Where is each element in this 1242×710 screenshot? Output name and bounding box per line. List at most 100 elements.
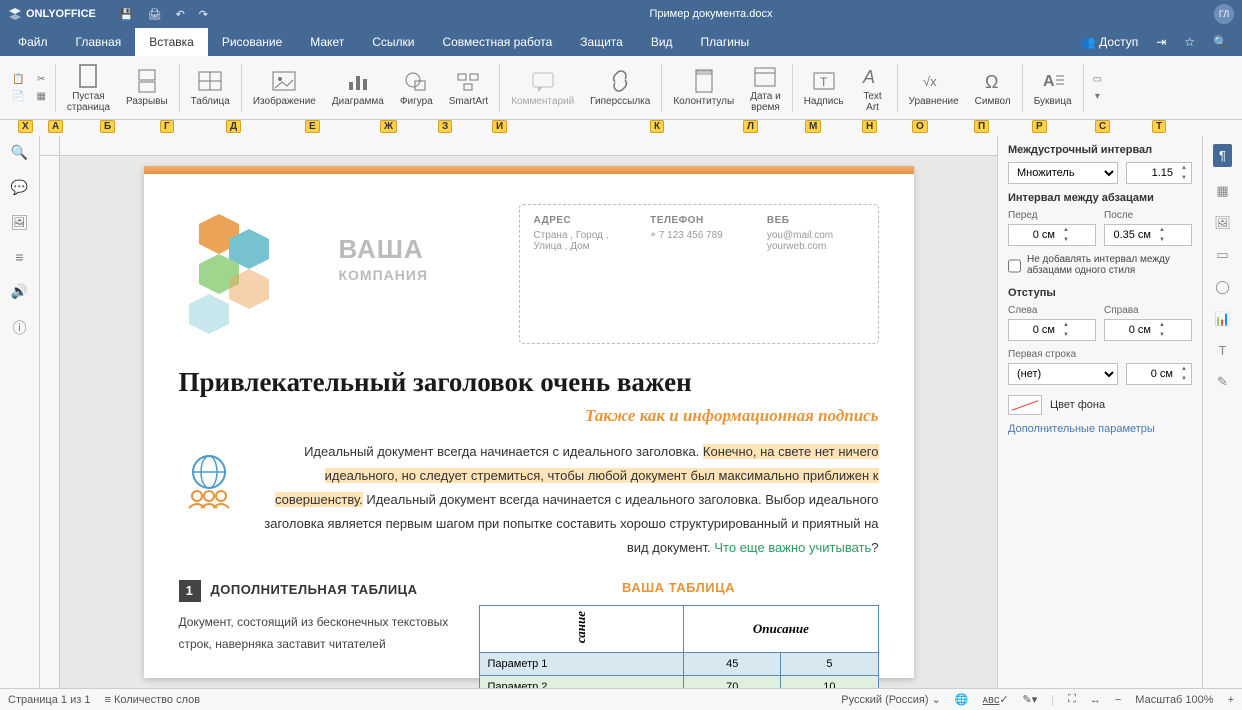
save-icon[interactable]: 💾	[120, 8, 134, 21]
datetime-button[interactable]: Дата и время	[742, 56, 789, 120]
controls-dropdown-icon[interactable]: ▾	[1095, 91, 1100, 102]
ribbon-insert: 📋 📄 ✂ ▦ Пустая страница Разрывы Таблица …	[0, 56, 1242, 120]
image-tab-icon[interactable]: 🖼	[1214, 215, 1231, 231]
signature-tab-icon[interactable]: ✎	[1217, 374, 1228, 390]
company-name-block: ВАША КОМПАНИЯ	[339, 204, 499, 344]
textbox-button[interactable]: T Надпись	[796, 56, 852, 120]
hyperlink-button[interactable]: Гиперссылка	[582, 56, 658, 120]
fit-page-icon[interactable]: ⛶	[1068, 693, 1076, 706]
undo-icon[interactable]: ↶	[176, 8, 185, 21]
chart-tab-icon[interactable]: 📊	[1214, 311, 1230, 327]
menu-protection[interactable]: Защита	[566, 28, 637, 56]
bg-color-chip[interactable]	[1008, 395, 1042, 415]
breaks-button[interactable]: Разрывы	[118, 56, 176, 120]
paragraph-tab-icon[interactable]: ¶	[1213, 144, 1232, 167]
select-all-icon[interactable]: ▦	[36, 91, 45, 102]
zoom-out-icon[interactable]: −	[1115, 694, 1121, 706]
shape-tab-icon[interactable]: ◯	[1215, 279, 1230, 295]
no-space-same-style-checkbox[interactable]: Не добавлять интервал между абзацами одн…	[1008, 254, 1192, 277]
share-button[interactable]: 👥 Доступ	[1081, 35, 1138, 49]
menu-draw[interactable]: Рисование	[208, 28, 296, 56]
language-selector[interactable]: Русский (Россия) ⌄	[841, 693, 941, 706]
first-line-value-spinner[interactable]: ▲▼	[1126, 363, 1192, 385]
word-count[interactable]: ≡ Количество слов	[104, 694, 200, 706]
zoom-in-icon[interactable]: +	[1228, 694, 1234, 706]
onlyoffice-icon	[8, 7, 22, 21]
about-icon[interactable]: ⓘ	[13, 318, 27, 338]
keytip: Г	[160, 120, 174, 133]
vertical-ruler[interactable]	[40, 156, 60, 688]
spacing-before-spinner[interactable]: ▲▼	[1008, 224, 1096, 246]
doc-heading-2: Также как и информационная подпись	[179, 406, 879, 426]
textart-button[interactable]: A Text Art	[852, 56, 894, 120]
print-icon[interactable]: 🖨	[148, 8, 162, 21]
spacing-after-spinner[interactable]: ▲▼	[1104, 224, 1192, 246]
advanced-settings-link[interactable]: Дополнительные параметры	[1008, 423, 1192, 435]
fit-width-icon[interactable]: ↔	[1090, 694, 1101, 706]
document-title: Пример документа.docx	[208, 8, 1214, 20]
track-changes-icon[interactable]: ✎▾	[1023, 693, 1038, 706]
menu-collaboration[interactable]: Совместная работа	[428, 28, 566, 56]
page-scroll[interactable]: ВАША КОМПАНИЯ АДРЕС Страна , Город , Ули…	[60, 156, 997, 688]
keytip: К	[650, 120, 664, 133]
address-line: Улица , Дом	[534, 241, 631, 252]
redo-icon[interactable]: ↷	[199, 8, 208, 21]
navigation-icon[interactable]: 🖼	[11, 214, 29, 231]
smartart-button[interactable]: SmartArt	[441, 56, 496, 120]
headers-button[interactable]: Колонтитулы	[665, 56, 742, 120]
indent-left-spinner[interactable]: ▲▼	[1008, 319, 1096, 341]
paste-icon[interactable]: 📄	[12, 91, 24, 102]
comments-icon[interactable]: 💬	[11, 179, 28, 196]
textart-tab-icon[interactable]: T	[1219, 343, 1227, 358]
controls-icon[interactable]: ▭	[1093, 74, 1102, 85]
blank-page-button[interactable]: Пустая страница	[59, 56, 118, 120]
first-line-mode-select[interactable]: (нет)	[1008, 363, 1118, 385]
ruler-corner	[40, 136, 60, 156]
table-tab-icon[interactable]: ▦	[1216, 183, 1228, 199]
menu-file[interactable]: Файл	[4, 28, 62, 56]
spellcheck-toggle-icon[interactable]: ᴀʙᴄ✓	[983, 693, 1009, 706]
keytip: М	[805, 120, 821, 133]
menu-layout[interactable]: Макет	[296, 28, 358, 56]
image-button[interactable]: Изображение	[245, 56, 324, 120]
line-spacing-mode-select[interactable]: Множитель	[1008, 162, 1118, 184]
menu-view[interactable]: Вид	[637, 28, 687, 56]
svg-text:A: A	[862, 67, 875, 87]
line-spacing-value-spinner[interactable]: ▲▼	[1126, 162, 1192, 184]
zoom-level[interactable]: Масштаб 100%	[1135, 694, 1213, 706]
spellcheck-icon[interactable]: 🌐	[955, 693, 969, 706]
keytip: Д	[226, 120, 241, 133]
menu-home[interactable]: Главная	[62, 28, 136, 56]
menu-references[interactable]: Ссылки	[358, 28, 428, 56]
shape-button[interactable]: Фигура	[392, 56, 441, 120]
horizontal-ruler[interactable]	[60, 136, 997, 156]
copy-icon[interactable]: 📋	[12, 74, 24, 85]
document-page[interactable]: ВАША КОМПАНИЯ АДРЕС Страна , Город , Ули…	[144, 166, 914, 678]
table-button[interactable]: Таблица	[183, 56, 238, 120]
blank-page-icon	[77, 63, 99, 89]
indent-right-label: Справа	[1104, 305, 1192, 316]
symbol-button[interactable]: Ω Символ	[967, 56, 1019, 120]
favorite-icon[interactable]: ☆	[1184, 35, 1195, 49]
cut-icon[interactable]: ✂	[37, 74, 45, 85]
keytip: А	[48, 120, 63, 133]
feedback-icon[interactable]: 🔊	[11, 283, 28, 300]
page-indicator[interactable]: Страница 1 из 1	[8, 694, 90, 706]
header-tab-icon[interactable]: ▭	[1216, 247, 1228, 263]
page-accent-bar	[144, 166, 914, 174]
menu-insert[interactable]: Вставка	[135, 28, 208, 56]
indent-right-spinner[interactable]: ▲▼	[1104, 319, 1192, 341]
find-icon[interactable]: 🔍	[11, 144, 28, 161]
chart-button[interactable]: Диаграмма	[324, 56, 392, 120]
user-avatar[interactable]: ГЛ	[1214, 4, 1234, 24]
headings-icon[interactable]: ≡	[15, 249, 23, 265]
equation-button[interactable]: √x Уравнение	[901, 56, 967, 120]
company-sub: КОМПАНИЯ	[339, 267, 499, 283]
svg-text:√x: √x	[923, 74, 937, 89]
search-icon[interactable]: 🔍	[1213, 35, 1228, 49]
menu-plugins[interactable]: Плагины	[687, 28, 764, 56]
open-location-icon[interactable]: ⇥	[1156, 35, 1166, 49]
dropcap-button[interactable]: A Буквица	[1026, 56, 1080, 120]
textart-icon: A	[860, 63, 886, 89]
indent-left-label: Слева	[1008, 305, 1096, 316]
